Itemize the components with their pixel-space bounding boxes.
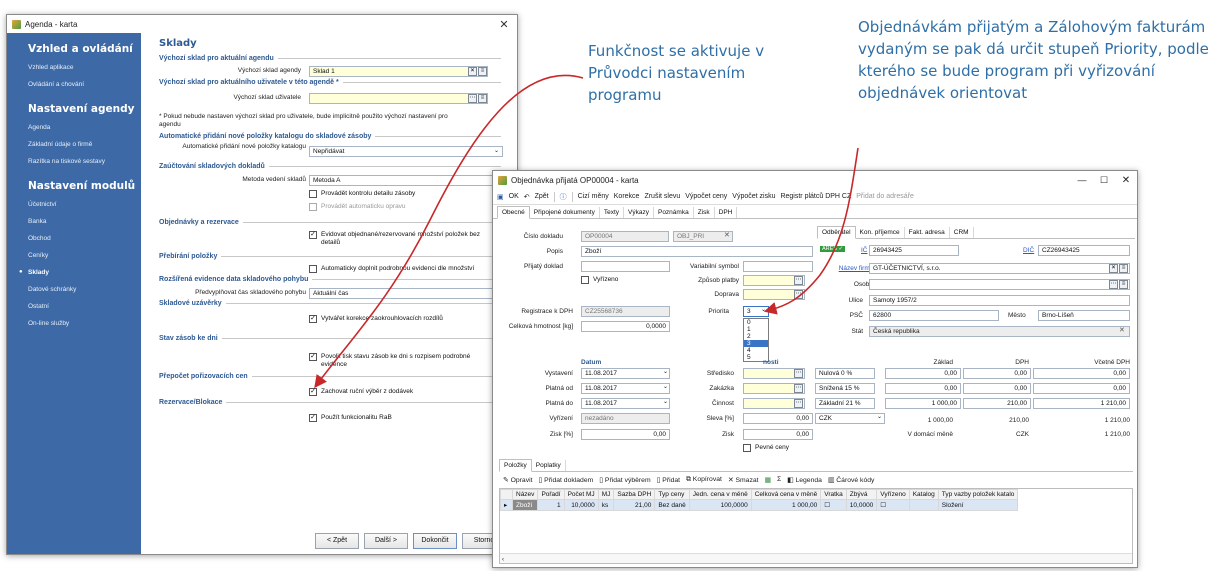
arrow-to-rab-checkbox bbox=[314, 74, 584, 389]
callout-arrows bbox=[314, 74, 859, 389]
arrow-to-priority bbox=[763, 147, 859, 315]
